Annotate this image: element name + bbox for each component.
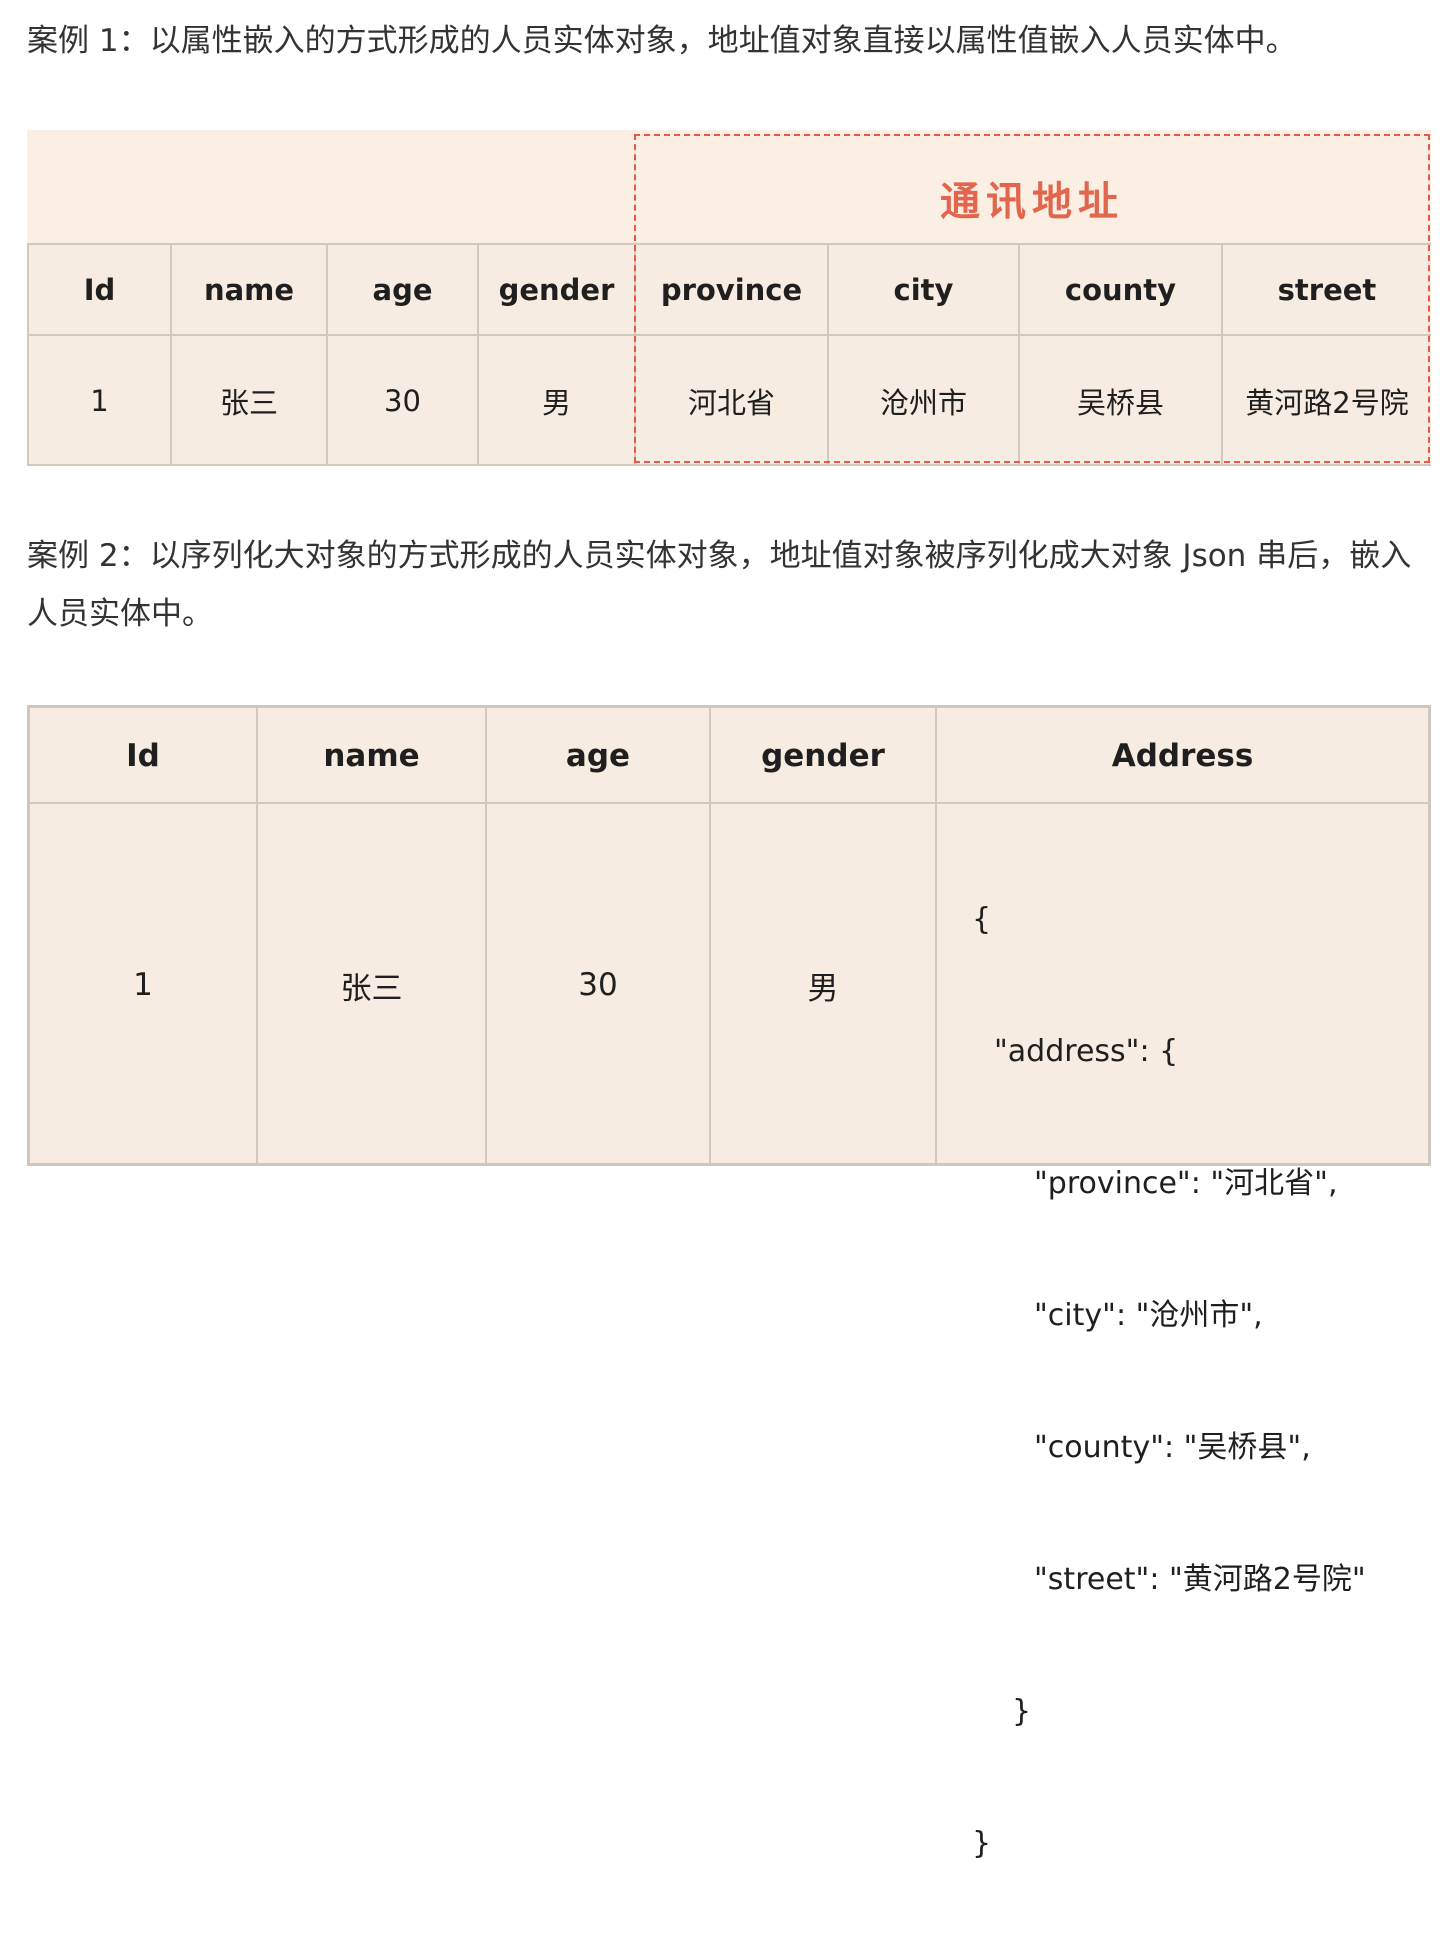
table1-header-gender: gender (498, 273, 615, 307)
table1-header-id: Id (83, 273, 116, 307)
table2-header-id: Id (126, 737, 160, 774)
table1-header-county: county (1064, 273, 1177, 307)
table1-cell-province: 河北省 (687, 385, 775, 420)
json-line: } (1012, 1694, 1032, 1729)
case1-description: 案例 1：以属性嵌入的方式形成的人员实体对象，地址值对象直接以属性值嵌入人员实体… (27, 23, 1297, 59)
json-line: "city": "沧州市", (1034, 1298, 1263, 1333)
table2-cell-id: 1 (133, 967, 153, 1003)
table1-header-street: street (1277, 273, 1377, 307)
table1-cell-county: 吴桥县 (1076, 385, 1164, 420)
table1: Id name age gender province city county … (27, 243, 1431, 466)
json-line: "address": { (994, 1034, 1179, 1069)
table2-cell-gender: 男 (807, 970, 839, 1007)
table2-cell-address-json: { "address": { "province": "河北省", "city"… (950, 804, 1428, 1861)
table2-header-address: Address (1111, 737, 1254, 774)
table1-cell-age: 30 (384, 383, 421, 418)
json-line: } (972, 1826, 992, 1861)
table1-header-province: province (660, 273, 803, 307)
json-line: "province": "河北省", (1034, 1166, 1338, 1201)
table2-cell-name: 张三 (340, 970, 403, 1007)
table1-cell-gender: 男 (541, 385, 571, 420)
table1-cell-city: 沧州市 (879, 385, 967, 420)
table2-header-gender: gender (761, 737, 885, 774)
json-line: "street": "黄河路2号院" (1034, 1562, 1366, 1597)
table1-header-age: age (372, 273, 433, 307)
table2-cell-age: 30 (578, 967, 618, 1003)
address-group-title: 通讯地址 (940, 179, 1124, 225)
table1-cell-name: 张三 (219, 385, 278, 420)
case2-description: 案例 2：以序列化大对象的方式形成的人员实体对象，地址值对象被序列化成大对象 J… (27, 538, 1412, 632)
table1-header-name: name (203, 273, 295, 307)
table2-header-age: age (565, 737, 631, 774)
table1-cell-id: 1 (90, 383, 109, 418)
json-line: "county": "吴桥县", (1034, 1430, 1311, 1465)
json-line: { (972, 902, 992, 937)
table1-header-city: city (893, 273, 954, 307)
table2: Id name age gender Address 1 张三 30 男 { "… (27, 705, 1431, 1861)
table2-header-name: name (323, 737, 420, 774)
table1-cell-street: 黄河路2号院 (1245, 385, 1409, 420)
